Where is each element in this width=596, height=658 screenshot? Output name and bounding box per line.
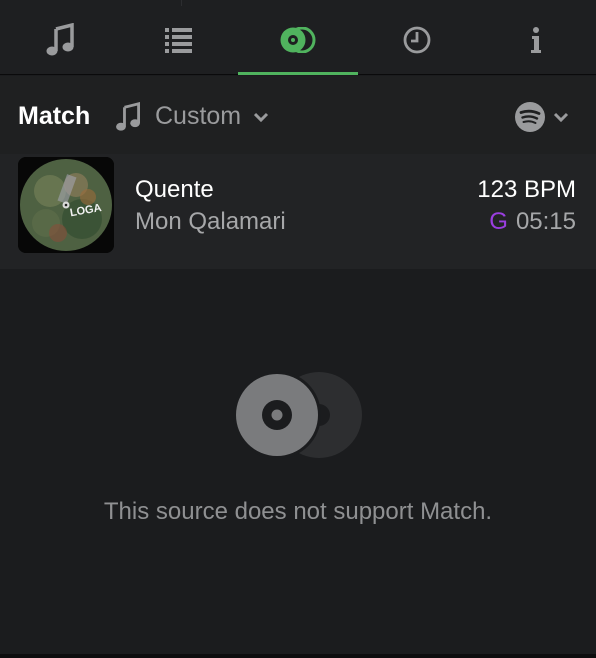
music-note-icon	[113, 101, 143, 137]
tab-history[interactable]	[358, 6, 477, 74]
chevron-down-icon	[553, 112, 569, 122]
track-title: Quente	[135, 176, 214, 203]
chevron-down-icon	[254, 112, 269, 122]
streaming-service-dropdown[interactable]	[515, 102, 569, 132]
list-icon	[164, 28, 192, 53]
track-duration: 05:15	[515, 208, 576, 235]
tab-match[interactable]	[238, 6, 358, 75]
music-note-icon	[46, 23, 74, 56]
current-track-row[interactable]: LOGA Quente Mon Qalamari 123 BPM G 05:15	[0, 154, 596, 269]
track-bpm: 123 BPM	[477, 176, 576, 203]
clock-icon	[403, 26, 431, 54]
match-disc-icon	[232, 370, 364, 465]
tab-list[interactable]	[119, 6, 238, 74]
empty-state-message: This source does not support Match.	[103, 498, 493, 525]
source-dropdown[interactable]: Custom	[155, 102, 269, 131]
panel-title: Match	[18, 102, 91, 130]
tab-info[interactable]	[477, 6, 596, 74]
track-artist: Mon Qalamari	[135, 208, 286, 235]
track-key-duration: G 05:15	[489, 208, 576, 236]
match-icon	[280, 27, 316, 53]
track-key: G	[489, 208, 508, 235]
match-header: Match Custom	[0, 76, 596, 154]
tab-music[interactable]	[0, 6, 119, 74]
info-icon	[531, 27, 542, 53]
window-bottom-strip	[0, 654, 596, 658]
tab-bar	[0, 6, 596, 75]
spotify-icon	[515, 102, 545, 132]
album-artwork: LOGA	[18, 157, 114, 253]
source-label: Custom	[155, 102, 242, 130]
match-panel: Match Custom LOGA Quente Mon Qalamari 12…	[0, 76, 596, 658]
